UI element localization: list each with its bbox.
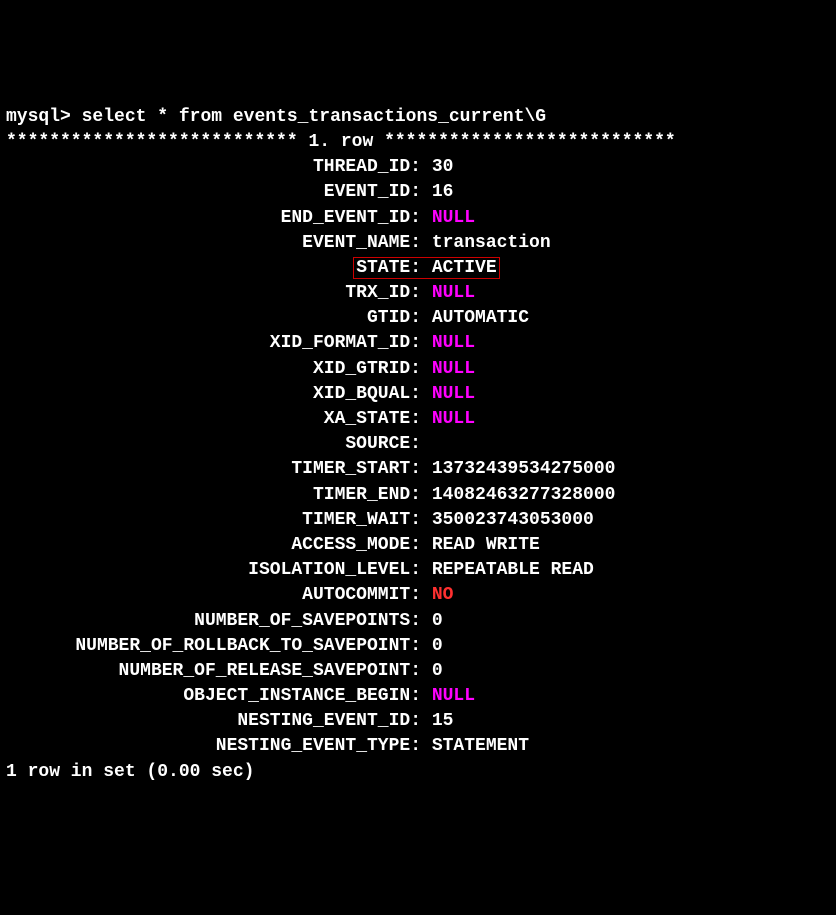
mysql-prompt: mysql> [6,107,82,127]
result-row: GTID: AUTOMATIC [6,306,830,331]
field-value: ACTIVE [432,257,500,279]
field-label: ISOLATION_LEVEL: [6,558,421,583]
field-label: END_EVENT_ID: [6,206,421,231]
field-label: NUMBER_OF_ROLLBACK_TO_SAVEPOINT: [6,634,421,659]
result-row: EVENT_NAME: transaction [6,231,830,256]
field-value: NULL [432,409,475,429]
field-value: 15 [432,711,454,731]
field-value: 13732439534275000 [432,459,616,479]
sql-query: select * from events_transactions_curren… [82,107,546,127]
field-value: 14082463277328000 [432,485,616,505]
result-row: STATE: ACTIVE [6,256,830,281]
field-label: TIMER_WAIT: [6,508,421,533]
result-row: TIMER_WAIT: 350023743053000 [6,508,830,533]
result-row: TIMER_START: 13732439534275000 [6,457,830,482]
result-row: END_EVENT_ID: NULL [6,206,830,231]
field-value: NULL [432,283,475,303]
field-value: REPEATABLE READ [432,560,594,580]
field-value: AUTOMATIC [432,308,529,328]
result-row: NESTING_EVENT_TYPE: STATEMENT [6,734,830,759]
field-label: AUTOCOMMIT: [6,583,421,608]
field-value: STATEMENT [432,736,529,756]
field-value: NULL [432,384,475,404]
result-row: TIMER_END: 14082463277328000 [6,483,830,508]
field-label: XID_GTRID: [6,357,421,382]
result-row: TRX_ID: NULL [6,281,830,306]
field-label: NESTING_EVENT_ID: [6,709,421,734]
mysql-terminal-output: mysql> select * from events_transactions… [6,105,830,785]
field-label: EVENT_NAME: [6,231,421,256]
result-row: AUTOCOMMIT: NO [6,583,830,608]
result-row: ACCESS_MODE: READ WRITE [6,533,830,558]
result-row: XID_FORMAT_ID: NULL [6,331,830,356]
field-label: XA_STATE: [6,407,421,432]
field-label: OBJECT_INSTANCE_BEGIN: [6,684,421,709]
field-label: STATE: [6,256,421,281]
result-row: SOURCE: [6,432,830,457]
result-row: XA_STATE: NULL [6,407,830,432]
field-value: NULL [432,333,475,353]
result-row: XID_GTRID: NULL [6,357,830,382]
field-label: GTID: [6,306,421,331]
result-row: XID_BQUAL: NULL [6,382,830,407]
field-label: NUMBER_OF_RELEASE_SAVEPOINT: [6,659,421,684]
field-value: NULL [432,359,475,379]
field-label: NUMBER_OF_SAVEPOINTS: [6,609,421,634]
field-value: 30 [432,157,454,177]
field-label: THREAD_ID: [6,155,421,180]
field-value: NO [432,585,454,605]
field-value: 0 [432,611,443,631]
field-label: XID_FORMAT_ID: [6,331,421,356]
result-row: NUMBER_OF_RELEASE_SAVEPOINT: 0 [6,659,830,684]
result-row: OBJECT_INSTANCE_BEGIN: NULL [6,684,830,709]
field-value: READ WRITE [432,535,540,555]
field-value: transaction [432,233,551,253]
field-label: XID_BQUAL: [6,382,421,407]
field-value: 0 [432,636,443,656]
result-row: NESTING_EVENT_ID: 15 [6,709,830,734]
field-value: NULL [432,686,475,706]
field-value: 350023743053000 [432,510,594,530]
field-label: EVENT_ID: [6,180,421,205]
field-label: TIMER_START: [6,457,421,482]
result-row: EVENT_ID: 16 [6,180,830,205]
field-label: TRX_ID: [6,281,421,306]
result-row: THREAD_ID: 30 [6,155,830,180]
row-separator: *************************** 1. row *****… [6,130,830,155]
field-value: NULL [432,208,475,228]
field-label: ACCESS_MODE: [6,533,421,558]
field-label: TIMER_END: [6,483,421,508]
field-label: NESTING_EVENT_TYPE: [6,734,421,759]
field-value: 16 [432,182,454,202]
field-value: 0 [432,661,443,681]
result-row: NUMBER_OF_SAVEPOINTS: 0 [6,609,830,634]
result-row: ISOLATION_LEVEL: REPEATABLE READ [6,558,830,583]
result-row: NUMBER_OF_ROLLBACK_TO_SAVEPOINT: 0 [6,634,830,659]
row-number-label: 1. row [308,132,373,152]
result-summary: 1 row in set (0.00 sec) [6,760,830,785]
field-label: SOURCE: [6,432,421,457]
